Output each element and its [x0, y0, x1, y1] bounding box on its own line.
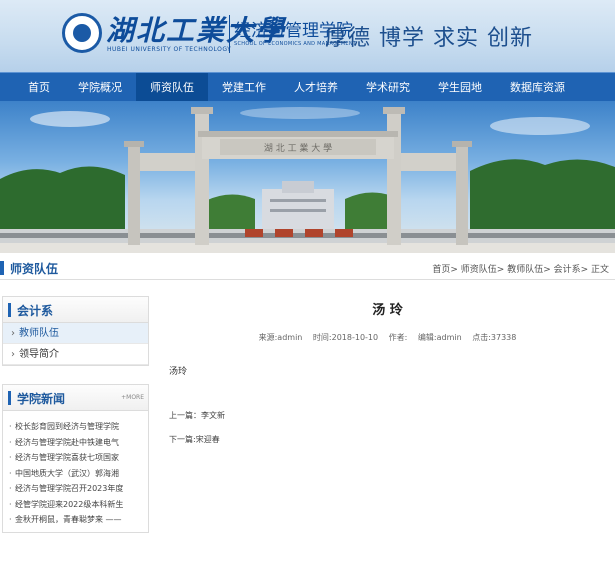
- campus-gate-banner: 湖 北 工 業 大 學: [0, 101, 615, 253]
- sidebar-news-header: 学院新闻 +MORE: [3, 385, 148, 411]
- meta-source: 来源:admin: [258, 333, 303, 342]
- campus-gate-image: 湖 北 工 業 大 學: [0, 107, 615, 253]
- article-title: 汤 玲: [372, 303, 403, 318]
- nav-item-training[interactable]: 人才培养: [280, 73, 352, 102]
- header-divider: [229, 15, 230, 53]
- nav-item-database[interactable]: 数据库资源: [496, 73, 579, 102]
- news-item[interactable]: 中国地质大学（武汉）郭海湘: [3, 466, 148, 482]
- meta-time: 时间:2018-10-10: [312, 333, 379, 342]
- sidebar-item-teachers[interactable]: 教师队伍: [3, 323, 148, 344]
- article-panel: 汤 玲 来源:admin 时间:2018-10-10 作者: 编辑:admin …: [165, 282, 610, 462]
- section-marker: [0, 261, 4, 275]
- section-bar: 师资队伍 首页> 师资队伍> 教师队伍> 会计系> 正文: [0, 256, 615, 280]
- nav-item-faculty[interactable]: 师资队伍: [136, 73, 208, 102]
- article-body: 汤玲: [169, 367, 188, 377]
- gate-inscription: 湖 北 工 業 大 學: [264, 142, 332, 154]
- nav-item-students[interactable]: 学生园地: [424, 73, 496, 102]
- news-list: 校长彭育园到经济与管理学院 经济与管理学院赴中铁建电气 经济与管理学院喜获七项国…: [3, 411, 148, 532]
- university-emblem-icon[interactable]: [62, 13, 102, 53]
- section-title: 师资队伍: [10, 262, 59, 276]
- breadcrumb[interactable]: 首页> 师资队伍> 教师队伍> 会计系> 正文: [432, 262, 609, 275]
- meta-author: 作者:: [388, 333, 408, 342]
- sidebar-item-leaders[interactable]: 领导简介: [3, 344, 148, 365]
- news-item[interactable]: 校长彭育园到经济与管理学院: [3, 419, 148, 435]
- nav-item-home[interactable]: 首页: [14, 73, 64, 102]
- site-header: 湖北工業大學 HUBEI UNIVERSITY OF TECHNOLOGY 经济…: [0, 0, 615, 72]
- news-item[interactable]: 经济与管理学院喜获七项国家: [3, 450, 148, 466]
- news-item[interactable]: 金秋开桐鼠，青春聪梦来 ——: [3, 512, 148, 528]
- sidebar-news-marker: [8, 391, 11, 405]
- meta-clicks: 点击:37338: [472, 333, 517, 342]
- nav-item-overview[interactable]: 学院概况: [64, 73, 136, 102]
- news-item[interactable]: 经管学院迎来2022级本科新生: [3, 497, 148, 513]
- news-more-link[interactable]: +MORE: [121, 394, 144, 401]
- prev-article-link[interactable]: 上一篇：李文新: [169, 410, 225, 421]
- news-item[interactable]: 经济与管理学院赴中铁建电气: [3, 435, 148, 451]
- main-nav: 首页 学院概况 师资队伍 党建工作 人才培养 学术研究 学生园地 数据库资源: [0, 72, 615, 102]
- nav-item-party[interactable]: 党建工作: [208, 73, 280, 102]
- article-meta: 来源:admin 时间:2018-10-10 作者: 编辑:admin 点击:3…: [165, 332, 610, 343]
- sidebar-news-box: 学院新闻 +MORE 校长彭育园到经济与管理学院 经济与管理学院赴中铁建电气 经…: [2, 384, 149, 533]
- sidebar-dept-title: 会计系: [17, 304, 54, 318]
- sidebar-dept-marker: [8, 303, 11, 317]
- university-name-en: HUBEI UNIVERSITY OF TECHNOLOGY: [107, 46, 232, 53]
- school-motto: 厚德 博学 求实 创新: [325, 26, 533, 51]
- sidebar-dept-box: 会计系 教师队伍 领导简介: [2, 296, 149, 366]
- nav-item-research[interactable]: 学术研究: [352, 73, 424, 102]
- news-item[interactable]: 经济与管理学院召开2023年度: [3, 481, 148, 497]
- meta-editor: 编辑:admin: [417, 333, 462, 342]
- sidebar-news-title: 学院新闻: [17, 392, 66, 406]
- sidebar-dept-header: 会计系: [3, 297, 148, 323]
- next-article-link[interactable]: 下一篇:宋迎春: [169, 434, 220, 445]
